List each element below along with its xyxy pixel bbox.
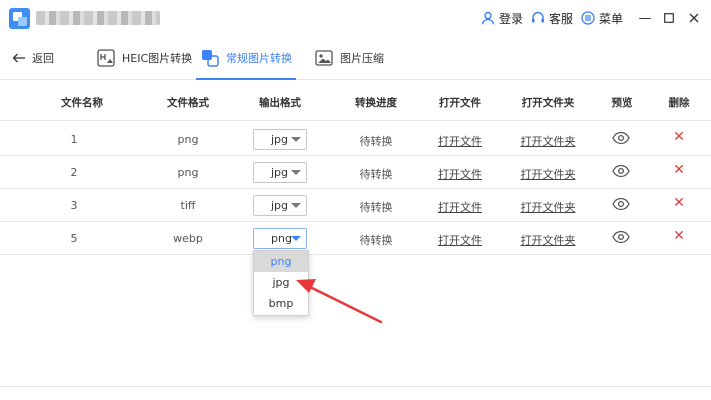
table-row: 5 webp png 待转换 打开文件 打开文件夹 ✕: [0, 222, 711, 255]
output-format-select[interactable]: jpg: [253, 162, 307, 183]
minimize-icon: —: [638, 10, 652, 26]
tab-regular-label: 常规图片转换: [226, 52, 292, 65]
eye-icon[interactable]: [612, 131, 630, 145]
title-bar: 登录 客服 菜单 —: [0, 0, 711, 36]
image-compress-icon: [314, 48, 334, 68]
menu-icon: [581, 11, 595, 25]
tab-bar: 返回 HEIC图片转换 常规图片转换 图片压缩: [0, 36, 711, 80]
maximize-icon: [664, 13, 674, 23]
output-format-dropdown: png jpg bmp: [253, 250, 309, 316]
maximize-button[interactable]: [660, 9, 678, 27]
chevron-down-icon: [291, 236, 301, 241]
progress-status: 待转换: [359, 168, 393, 181]
open-file-link[interactable]: 打开文件: [438, 232, 482, 248]
chevron-down-icon: [291, 170, 301, 175]
close-window-button[interactable]: [685, 9, 703, 27]
eye-icon[interactable]: [612, 230, 630, 244]
file-format: tiff: [180, 199, 196, 212]
close-icon: [689, 13, 699, 23]
tab-heic-label: HEIC图片转换: [122, 52, 193, 65]
file-name: 5: [70, 232, 78, 245]
tab-regular-convert[interactable]: 常规图片转换: [196, 36, 296, 80]
menu-button[interactable]: 菜单: [581, 10, 623, 26]
file-format: png: [177, 133, 199, 146]
blurred-app-title: [36, 11, 160, 25]
eye-icon[interactable]: [612, 197, 630, 211]
output-format-value: jpg: [271, 199, 289, 212]
open-file-link[interactable]: 打开文件: [438, 199, 482, 215]
dropdown-option-jpg[interactable]: jpg: [254, 272, 308, 293]
user-icon: [481, 11, 495, 25]
header-file-name: 文件名称: [61, 97, 103, 109]
eye-icon[interactable]: [612, 164, 630, 178]
footer-divider: [0, 386, 711, 387]
back-button[interactable]: 返回: [12, 50, 54, 66]
chevron-down-icon: [291, 203, 301, 208]
file-format: webp: [173, 232, 203, 245]
table-header: 文件名称 文件格式 输出格式 转换进度 打开文件 打开文件夹 预览 删除: [0, 81, 711, 121]
progress-status: 待转换: [359, 135, 393, 148]
file-format: png: [177, 166, 199, 179]
chevron-down-icon: [291, 137, 301, 142]
header-preview: 预览: [611, 97, 633, 109]
header-output-format: 输出格式: [259, 97, 301, 109]
file-name: 2: [70, 166, 78, 179]
open-folder-link[interactable]: 打开文件夹: [521, 133, 576, 149]
table-row: 2 png jpg 待转换 打开文件 打开文件夹 ✕: [0, 156, 711, 189]
arrow-left-icon: [12, 53, 25, 63]
file-name: 3: [70, 199, 78, 212]
table-row: 1 png jpg 待转换 打开文件 打开文件夹 ✕: [0, 123, 711, 156]
output-format-value: jpg: [271, 166, 289, 179]
menu-label: 菜单: [599, 11, 624, 26]
header-file-format: 文件格式: [167, 97, 209, 109]
heic-icon: [96, 48, 116, 68]
delete-icon[interactable]: ✕: [673, 163, 685, 177]
header-delete: 删除: [668, 97, 690, 109]
table-row: 3 tiff jpg 待转换 打开文件 打开文件夹 ✕: [0, 189, 711, 222]
file-table: 文件名称 文件格式 输出格式 转换进度 打开文件 打开文件夹 预览 删除 1 p…: [0, 81, 711, 400]
open-file-link[interactable]: 打开文件: [438, 133, 482, 149]
open-folder-link[interactable]: 打开文件夹: [521, 166, 576, 182]
tab-compress-label: 图片压缩: [340, 52, 384, 65]
progress-status: 待转换: [359, 201, 393, 214]
output-format-select[interactable]: jpg: [253, 129, 307, 150]
open-folder-link[interactable]: 打开文件夹: [521, 232, 576, 248]
tab-image-compress[interactable]: 图片压缩: [310, 36, 388, 80]
delete-icon[interactable]: ✕: [673, 130, 685, 144]
dropdown-option-png[interactable]: png: [254, 251, 308, 272]
open-file-link[interactable]: 打开文件: [438, 166, 482, 182]
login-label: 登录: [499, 11, 524, 26]
support-label: 客服: [549, 11, 574, 26]
convert-icon: [200, 48, 220, 68]
minimize-button[interactable]: —: [636, 9, 654, 27]
delete-icon[interactable]: ✕: [673, 229, 685, 243]
output-format-select[interactable]: png: [253, 228, 307, 249]
app-logo-icon: [9, 8, 30, 29]
headset-icon: [532, 11, 544, 23]
delete-icon[interactable]: ✕: [673, 196, 685, 210]
login-button[interactable]: 登录: [481, 10, 523, 26]
output-format-value: jpg: [271, 133, 289, 146]
header-progress: 转换进度: [355, 97, 397, 109]
progress-status: 待转换: [359, 234, 393, 247]
file-name: 1: [70, 133, 78, 146]
back-label: 返回: [32, 52, 54, 65]
header-open-folder: 打开文件夹: [521, 97, 575, 109]
support-button[interactable]: 客服: [531, 10, 573, 26]
output-format-value: png: [271, 232, 292, 245]
dropdown-option-bmp[interactable]: bmp: [254, 293, 308, 314]
output-format-select[interactable]: jpg: [253, 195, 307, 216]
header-open-file: 打开文件: [439, 97, 481, 109]
open-folder-link[interactable]: 打开文件夹: [521, 199, 576, 215]
tab-heic-convert[interactable]: HEIC图片转换: [92, 36, 196, 80]
